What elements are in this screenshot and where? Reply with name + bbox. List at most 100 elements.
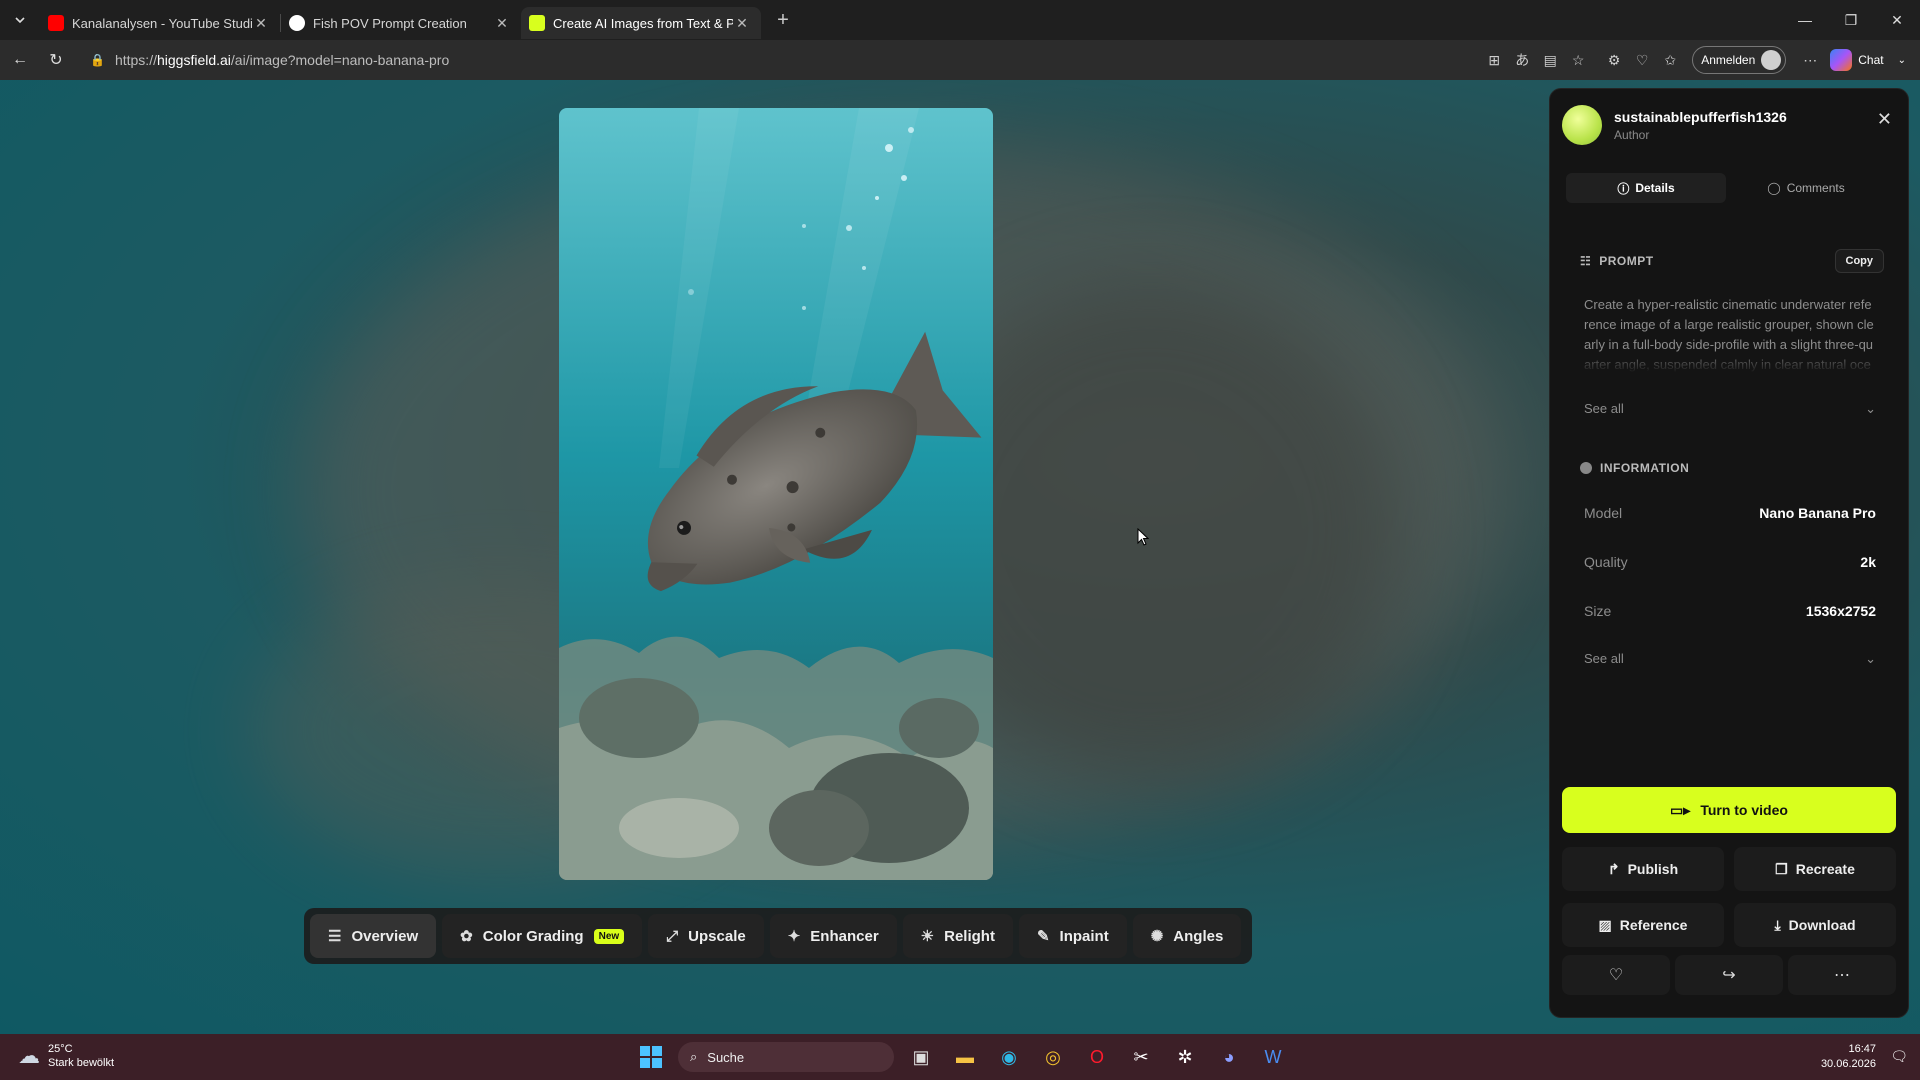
menu-lines-icon: ☰ <box>328 928 342 945</box>
recreate-button[interactable]: ❐ Recreate <box>1734 847 1896 891</box>
overview-button[interactable]: ☰ Overview <box>310 914 437 958</box>
tab-youtube-studio[interactable]: Kanalanalysen - YouTube Studio ✕ <box>40 7 280 39</box>
new-badge: New <box>593 928 625 944</box>
author-info[interactable]: sustainablepufferfish1326 Author <box>1562 105 1787 145</box>
sign-in-button[interactable]: Anmelden <box>1692 46 1787 74</box>
reference-button[interactable]: ▨ Reference <box>1562 903 1724 947</box>
openai-icon[interactable]: ✲ <box>1168 1040 1202 1074</box>
download-icon: ⤓ <box>1774 916 1781 933</box>
more-options-button[interactable]: ⋯ <box>1788 955 1896 995</box>
tab-title: Create AI Images from Text & Pho <box>553 15 733 31</box>
translate-icon[interactable]: あ <box>1508 46 1536 74</box>
reader-mode-icon[interactable]: ▤ <box>1536 46 1564 74</box>
close-icon[interactable]: ✕ <box>493 15 511 32</box>
tab-details[interactable]: ⓘ Details <box>1566 173 1726 203</box>
address-bar[interactable]: 🔒 https://higgsfield.ai/ai/image?model=n… <box>80 44 1680 76</box>
enhancer-label: Enhancer <box>810 927 879 945</box>
tab-title: Kanalanalysen - YouTube Studio <box>72 15 252 31</box>
inpaint-button[interactable]: ✎ Inpaint <box>1018 914 1127 958</box>
author-name: sustainablepufferfish1326 <box>1614 108 1787 125</box>
maximize-button[interactable]: ❐ <box>1828 0 1874 40</box>
upscale-button[interactable]: ⤢ Upscale <box>648 914 764 958</box>
browser-essentials-icon[interactable]: ♡ <box>1628 46 1656 74</box>
generated-image[interactable] <box>559 108 993 880</box>
extensions-icon[interactable]: ⚙ <box>1600 46 1628 74</box>
turn-to-video-button[interactable]: ▭▸ Turn to video <box>1562 787 1896 833</box>
new-tab-button[interactable]: + <box>767 4 799 36</box>
capcut-icon[interactable]: ✂ <box>1124 1040 1158 1074</box>
light-bulb-icon: ☀ <box>920 928 935 945</box>
word-icon[interactable]: W <box>1256 1040 1290 1074</box>
relight-button[interactable]: ☀ Relight <box>902 914 1013 958</box>
opera-icon[interactable]: O <box>1080 1040 1114 1074</box>
author-role: Author <box>1614 127 1650 142</box>
windows-start-icon[interactable] <box>634 1040 668 1074</box>
system-clock[interactable]: 16:47 30.06.2026 <box>1821 1042 1876 1072</box>
prompt-heading: ☷ PROMPT <box>1580 254 1654 268</box>
tab-actions-menu-button[interactable] <box>0 0 40 40</box>
reload-button[interactable]: ↻ <box>38 44 74 76</box>
download-button[interactable]: ⤓ Download <box>1734 903 1896 947</box>
grouper-photo <box>559 108 993 880</box>
browser-tab-bar: Kanalanalysen - YouTube Studio ✕ Fish PO… <box>0 0 1920 40</box>
tab-title: Fish POV Prompt Creation <box>313 15 467 31</box>
heart-icon: ♡ <box>1608 967 1624 984</box>
clock-date: 30.06.2026 <box>1820 1058 1876 1070</box>
cloud-icon: ☁ <box>18 1043 40 1068</box>
close-icon[interactable]: ✕ <box>1877 109 1892 130</box>
close-icon[interactable]: ✕ <box>733 15 751 32</box>
chevron-down-icon: ⌄ <box>1865 401 1876 416</box>
info-row-size: Size 1536x2752 <box>1584 603 1876 619</box>
info-value: 1536x2752 <box>1805 603 1876 619</box>
tab-fish-pov[interactable]: Fish POV Prompt Creation ✕ <box>281 7 521 39</box>
close-window-button[interactable]: ✕ <box>1874 0 1920 40</box>
more-dots-icon: ⋯ <box>1834 967 1850 984</box>
tab-comments[interactable]: ◯ Comments <box>1726 173 1886 203</box>
search-icon: ⌕ <box>690 1049 698 1064</box>
tab-higgsfield[interactable]: Create AI Images from Text & Pho ✕ <box>521 7 761 39</box>
copilot-chat-button[interactable]: Chat ⌄ <box>1824 49 1920 71</box>
publish-button[interactable]: ↱ Publish <box>1562 847 1724 891</box>
inpaint-label: Inpaint <box>1059 927 1109 945</box>
taskbar-apps: ⌕ Suche ▣ ▬ ◉ ◎ O ✂ ✲ ◕ W <box>634 1040 1290 1074</box>
chevron-down-icon: ⌄ <box>1897 54 1906 66</box>
angles-icon: ✺ <box>1150 928 1164 945</box>
recreate-label: Recreate <box>1795 861 1855 877</box>
lock-icon: 🔒 <box>90 53 105 67</box>
url-host: higgsfield.ai <box>156 52 231 68</box>
prompt-icon: ☷ <box>1580 254 1592 268</box>
like-button[interactable]: ♡ <box>1562 955 1670 995</box>
share-button[interactable]: ↪ <box>1675 955 1783 995</box>
chatgpt-icon <box>289 15 305 31</box>
minimize-button[interactable]: — <box>1782 0 1828 40</box>
info-see-all-button[interactable]: See all ⌄ <box>1584 651 1876 667</box>
file-explorer-icon[interactable]: ▬ <box>948 1040 982 1074</box>
task-view-icon[interactable]: ▣ <box>904 1040 938 1074</box>
publish-label: Publish <box>1627 861 1679 877</box>
weather-description: Stark bewölkt <box>48 1057 115 1069</box>
chrome-icon[interactable]: ◎ <box>1036 1040 1070 1074</box>
back-button[interactable]: ← <box>2 44 38 76</box>
app-available-icon[interactable]: ⊞ <box>1480 46 1508 74</box>
image-viewer-page: ☰ Overview ✿ Color Grading New ⤢ Upscale… <box>0 80 1920 1034</box>
download-label: Download <box>1788 917 1856 933</box>
angles-button[interactable]: ✺ Angles <box>1132 914 1242 958</box>
favorites-icon[interactable]: ✩ <box>1656 46 1684 74</box>
discord-icon[interactable]: ◕ <box>1212 1040 1246 1074</box>
url-prefix: https:// <box>114 52 157 68</box>
weather-widget[interactable]: ☁ 25°C Stark bewölkt <box>18 1042 114 1070</box>
taskbar-search-input[interactable]: ⌕ Suche <box>678 1042 894 1072</box>
turn-to-video-label: Turn to video <box>1700 802 1788 818</box>
more-menu-icon[interactable]: ⋯ <box>1796 46 1824 74</box>
copy-prompt-button[interactable]: Copy <box>1834 249 1884 273</box>
notifications-icon[interactable]: 🗨 <box>1890 1048 1908 1065</box>
edge-icon[interactable]: ◉ <box>992 1040 1026 1074</box>
video-camera-icon: ▭▸ <box>1670 801 1691 818</box>
favorite-star-icon[interactable]: ☆ <box>1564 46 1592 74</box>
color-grading-button[interactable]: ✿ Color Grading New <box>442 914 643 958</box>
copilot-icon <box>1830 49 1853 71</box>
youtube-icon <box>48 15 64 31</box>
prompt-see-all-button[interactable]: See all ⌄ <box>1584 401 1876 417</box>
enhancer-button[interactable]: ✦ Enhancer <box>769 914 897 958</box>
close-icon[interactable]: ✕ <box>252 15 270 32</box>
